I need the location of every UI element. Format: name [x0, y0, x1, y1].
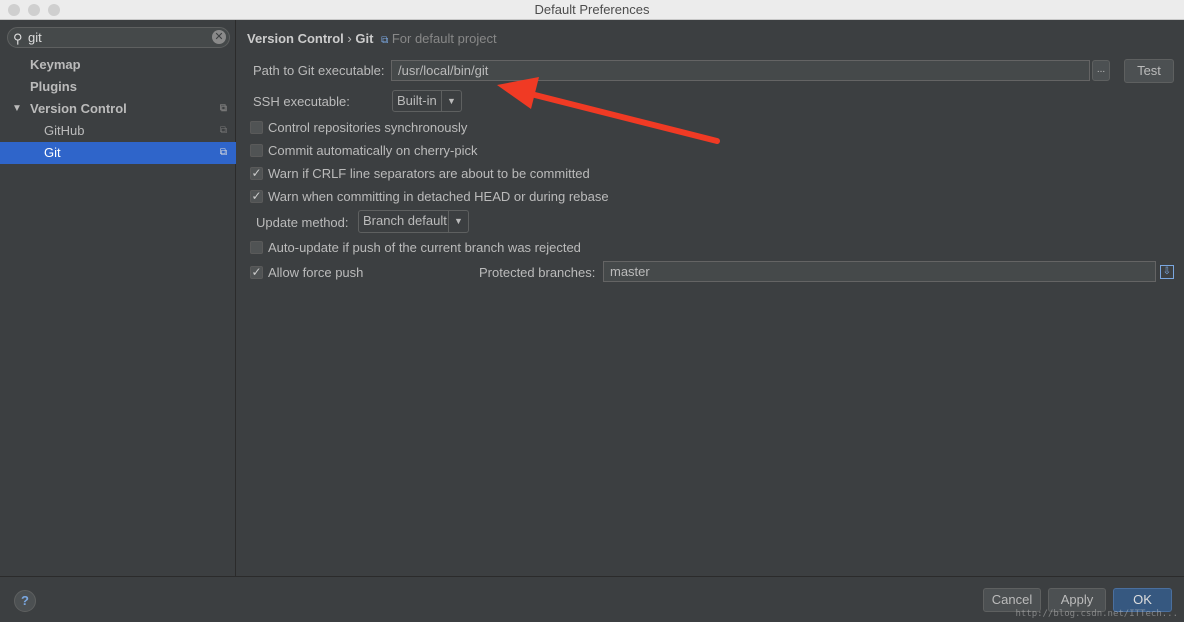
- help-button[interactable]: ?: [14, 590, 36, 612]
- search-input[interactable]: ⚲ git ✕: [7, 27, 230, 48]
- expand-triangle-icon[interactable]: ▼: [12, 98, 22, 120]
- checkbox-commit-cherry-pick[interactable]: [250, 144, 263, 157]
- minimize-window-button[interactable]: [28, 4, 40, 16]
- protected-branches-input[interactable]: master: [603, 261, 1156, 282]
- zoom-window-button[interactable]: [48, 4, 60, 16]
- sidebar-item-label: Keymap: [30, 57, 81, 72]
- checkbox-warn-crlf[interactable]: ✓: [250, 167, 263, 180]
- checkbox-label: Warn if CRLF line separators are about t…: [268, 166, 590, 181]
- project-copy-icon: ⧉: [219, 103, 227, 114]
- breadcrumb-current: Git: [355, 31, 374, 46]
- git-settings-panel: Version Control › Git ⧉ For default proj…: [237, 20, 1184, 576]
- update-method-select[interactable]: Branch default ▼: [358, 210, 469, 233]
- git-path-value: /usr/local/bin/git: [398, 63, 489, 78]
- close-window-button[interactable]: [8, 4, 20, 16]
- update-method-label: Update method:: [256, 215, 349, 230]
- sidebar-item-keymap[interactable]: Keymap: [0, 54, 236, 76]
- chevron-down-icon: ▼: [441, 91, 461, 111]
- ssh-select[interactable]: Built-in ▼: [392, 90, 462, 112]
- path-label: Path to Git executable:: [253, 63, 385, 78]
- checkbox-label: Commit automatically on cherry-pick: [268, 143, 478, 158]
- project-copy-icon: ⧉: [219, 147, 227, 158]
- chevron-down-icon: ▼: [448, 211, 468, 232]
- expand-field-icon[interactable]: ⇩: [1160, 265, 1174, 279]
- dialog-footer: ? Cancel Apply OK http://blog.csdn.net/I…: [0, 576, 1184, 622]
- breadcrumb: Version Control › Git ⧉ For default proj…: [247, 31, 497, 46]
- sidebar-item-label: Git: [44, 145, 61, 160]
- annotation-arrow: [497, 77, 720, 144]
- checkbox-label: Auto-update if push of the current branc…: [268, 240, 581, 255]
- checkbox-auto-update[interactable]: [250, 241, 263, 254]
- watermark: http://blog.csdn.net/ITTech...: [1015, 609, 1178, 619]
- project-scope-icon: ⧉: [381, 35, 389, 46]
- checkbox-warn-detached[interactable]: ✓: [250, 190, 263, 203]
- sidebar-item-label: GitHub: [44, 123, 85, 138]
- checkbox-label: Warn when committing in detached HEAD or…: [268, 189, 609, 204]
- sidebar-item-git[interactable]: Git ⧉: [0, 142, 236, 164]
- ssh-label: SSH executable:: [253, 94, 350, 109]
- protected-branches-label: Protected branches:: [479, 265, 596, 280]
- ssh-value: Built-in: [397, 93, 437, 108]
- sidebar-item-github[interactable]: GitHub ⧉: [0, 120, 236, 142]
- search-value: git: [28, 30, 42, 45]
- protected-branches-value: master: [610, 264, 650, 279]
- breadcrumb-separator: ›: [347, 31, 352, 46]
- sidebar-item-label: Plugins: [30, 79, 77, 94]
- search-icon: ⚲: [13, 31, 23, 46]
- browse-button[interactable]: ...: [1092, 60, 1110, 81]
- sidebar-item-version-control[interactable]: ▼ Version Control ⧉: [0, 98, 236, 120]
- update-method-value: Branch default: [363, 213, 447, 228]
- test-button[interactable]: Test: [1124, 59, 1174, 83]
- clear-search-icon[interactable]: ✕: [212, 30, 226, 44]
- breadcrumb-scope: For default project: [391, 31, 497, 46]
- sidebar-item-plugins[interactable]: Plugins: [0, 76, 236, 98]
- window-title: Default Preferences: [534, 2, 650, 17]
- checkbox-label: Control repositories synchronously: [268, 120, 468, 135]
- sidebar: ⚲ git ✕ Keymap Plugins ▼ Version Control ⧉…: [0, 20, 236, 576]
- project-copy-icon: ⧉: [219, 125, 227, 136]
- checkbox-label: Allow force push: [268, 265, 364, 280]
- breadcrumb-parent: Version Control: [247, 31, 344, 46]
- checkbox-control-sync[interactable]: [250, 121, 263, 134]
- sidebar-item-label: Version Control: [30, 101, 127, 116]
- checkbox-allow-force-push[interactable]: ✓: [250, 266, 263, 279]
- title-bar: Default Preferences: [0, 0, 1184, 20]
